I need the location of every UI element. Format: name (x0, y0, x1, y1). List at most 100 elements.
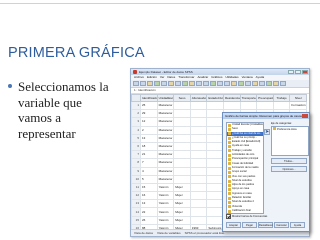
dialog-button[interactable]: Pegar (242, 222, 257, 228)
column-header[interactable]: Trabajo (272, 94, 291, 102)
column-header[interactable]: UnidadEscolar (156, 94, 175, 102)
toolbar-icon[interactable] (245, 81, 251, 86)
table-cell[interactable]: Macarena V (156, 141, 175, 152)
column-header[interactable]: Nivel (289, 94, 307, 102)
table-cell[interactable]: 22 (140, 207, 158, 217)
column-header[interactable]: Preocupación (256, 94, 274, 102)
table-cell[interactable] (173, 125, 191, 135)
dialog-close-button[interactable] (302, 114, 308, 118)
toolbar-icon[interactable] (161, 81, 167, 86)
table-cell[interactable] (189, 166, 208, 176)
table-cell[interactable]: Macarena V (156, 150, 175, 160)
toolbar-icon[interactable] (224, 81, 230, 86)
toolbar-icon[interactable] (140, 81, 146, 86)
table-cell[interactable] (206, 117, 224, 127)
column-header[interactable]: EstadoCivil (206, 94, 224, 102)
table-cell[interactable] (173, 100, 191, 111)
table-cell[interactable] (189, 182, 208, 193)
table-cell[interactable] (189, 199, 208, 209)
table-cell[interactable] (222, 100, 241, 111)
status-item[interactable]: Vista de variables (157, 230, 181, 236)
table-cell[interactable] (206, 191, 224, 201)
dialog-button[interactable]: Aceptar (226, 222, 241, 228)
titles-button[interactable]: Títulos... (271, 158, 307, 164)
table-cell[interactable]: Macarena V (156, 125, 175, 135)
column-header[interactable]: Transporte (239, 94, 258, 102)
toolbar-icon[interactable] (154, 81, 160, 86)
table-row[interactable]: 1 25 Macarena V Formación (131, 100, 307, 111)
table-cell[interactable]: 26 (140, 215, 158, 225)
table-cell[interactable]: Yasmin (156, 182, 175, 193)
column-header[interactable]: AlturaLaboral (189, 94, 208, 102)
table-cell[interactable] (206, 133, 224, 143)
table-cell[interactable] (173, 166, 191, 176)
table-cell[interactable] (173, 150, 191, 160)
status-item[interactable]: Vista de datos (134, 230, 153, 236)
table-cell[interactable] (239, 100, 258, 111)
toolbar-icon[interactable] (238, 81, 244, 86)
frequency-bars-checkbox[interactable]: Mostrar barras de Frecuencias (226, 214, 267, 219)
table-cell[interactable] (173, 117, 191, 127)
menu-item[interactable]: Archivo (134, 75, 144, 80)
table-cell[interactable] (189, 100, 208, 111)
options-button[interactable]: Opciones... (271, 166, 307, 172)
table-cell[interactable]: Yasmin (156, 215, 175, 225)
table-cell[interactable] (206, 182, 224, 193)
table-cell[interactable] (206, 150, 224, 160)
table-cell[interactable] (173, 158, 191, 168)
table-cell[interactable] (189, 215, 208, 225)
column-header[interactable]: Identificación (140, 94, 158, 102)
table-cell[interactable] (206, 158, 224, 168)
table-cell[interactable]: 29 (140, 109, 158, 119)
table-cell[interactable]: Yasmin (156, 199, 175, 209)
menu-item[interactable]: Utilidades (225, 75, 238, 80)
maximize-button[interactable] (295, 70, 301, 74)
toolbar-icon[interactable] (189, 81, 195, 86)
table-cell[interactable]: Yasmin (156, 207, 175, 217)
table-cell[interactable] (173, 133, 191, 143)
table-cell[interactable] (206, 174, 224, 184)
table-cell[interactable]: Macarena V (156, 109, 175, 119)
table-cell[interactable]: 25 (140, 100, 158, 111)
menu-item[interactable]: Analizar (197, 75, 208, 80)
checkbox-box[interactable] (226, 214, 231, 219)
table-cell[interactable] (189, 141, 208, 152)
menu-item[interactable]: Transformar (178, 75, 194, 80)
table-cell[interactable] (206, 109, 224, 119)
table-cell[interactable] (189, 207, 208, 217)
table-cell[interactable] (173, 174, 191, 184)
toolbar-icon[interactable] (210, 81, 216, 86)
toolbar-icon[interactable] (273, 81, 279, 86)
column-header[interactable] (131, 94, 141, 102)
menu-item[interactable]: Datos (167, 75, 175, 80)
table-cell[interactable]: Mujer (173, 191, 191, 201)
category-axis-target-box[interactable]: Preferencia Hora (271, 126, 309, 156)
toolbar-icon[interactable] (217, 81, 223, 86)
status-item[interactable]: SPSS el procesador está listo (185, 230, 225, 236)
table-cell[interactable] (189, 174, 208, 184)
move-variable-arrow-button[interactable]: ➤ (264, 129, 270, 135)
table-cell[interactable]: 4 (140, 166, 158, 176)
table-cell[interactable]: 5 (140, 174, 158, 184)
table-cell[interactable] (173, 109, 191, 119)
table-cell[interactable]: Macarena V (156, 133, 175, 143)
table-cell[interactable]: Macarena V (156, 158, 175, 168)
table-cell[interactable] (256, 100, 274, 111)
minimize-button[interactable] (288, 70, 294, 74)
dialog-button[interactable]: Cancelar (274, 222, 289, 228)
table-cell[interactable] (206, 207, 224, 217)
toolbar-icon[interactable] (266, 81, 272, 86)
table-cell[interactable]: Mujer (173, 199, 191, 209)
table-cell[interactable]: Formación (289, 100, 307, 111)
toolbar-icon[interactable] (203, 81, 209, 86)
table-cell[interactable] (189, 158, 208, 168)
column-header[interactable]: Sexo (173, 94, 191, 102)
table-cell[interactable] (206, 215, 224, 225)
table-cell[interactable]: 7 (140, 158, 158, 168)
table-cell[interactable]: Yasmin (156, 191, 175, 201)
table-cell[interactable]: Macarena V (156, 174, 175, 184)
table-cell[interactable]: 13 (140, 133, 158, 143)
table-cell[interactable] (189, 117, 208, 127)
table-cell[interactable]: 21 (140, 150, 158, 160)
table-cell[interactable]: Macarena V (156, 117, 175, 127)
